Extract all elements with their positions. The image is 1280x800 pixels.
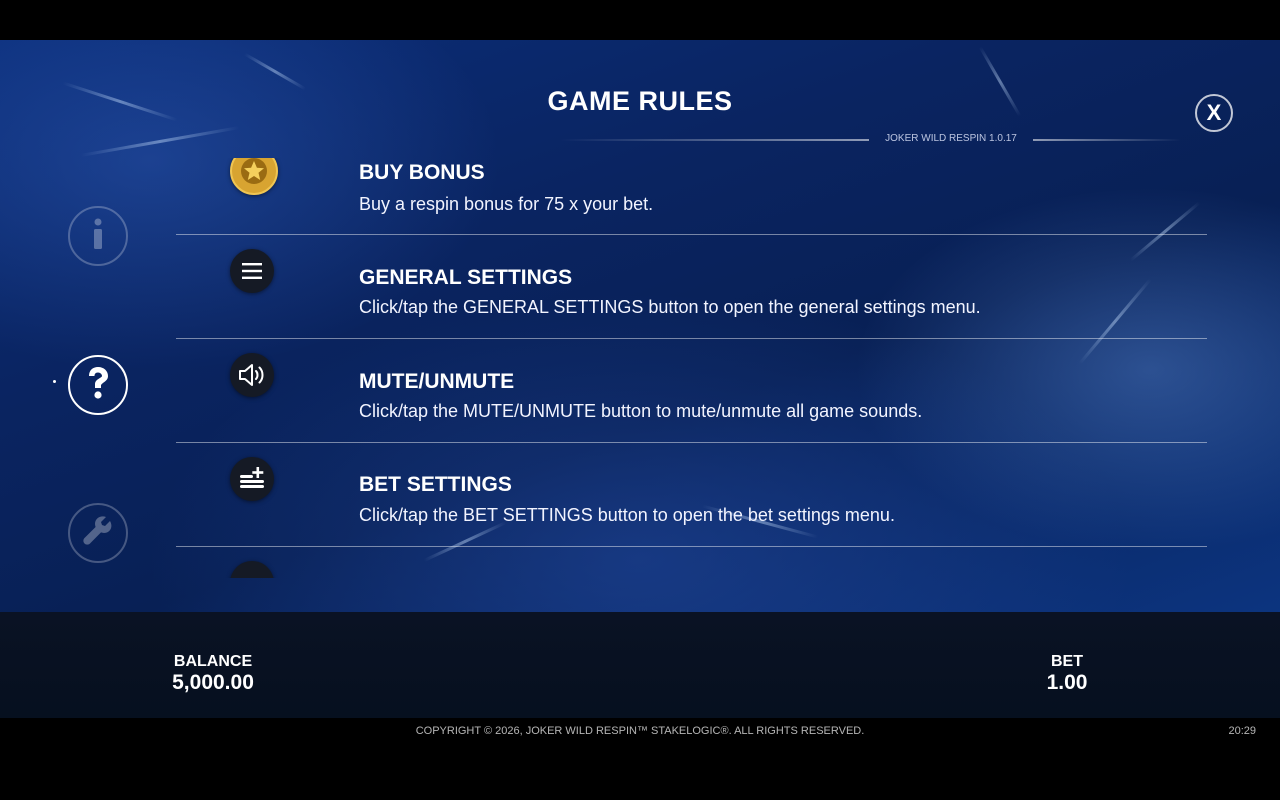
sidebar-item-settings[interactable] bbox=[68, 503, 128, 563]
rule-title: BUY BONUS bbox=[359, 161, 485, 184]
page-title: GAME RULES bbox=[547, 86, 733, 116]
balance-label: BALANCE bbox=[173, 653, 253, 670]
rule-item-general-settings: GENERAL SETTINGS Click/tap the GENERAL S… bbox=[176, 235, 1207, 339]
bet-value: 1.00 bbox=[1046, 671, 1088, 694]
coins-plus-icon bbox=[230, 457, 274, 501]
background-streak bbox=[243, 52, 307, 91]
sidebar-item-help[interactable] bbox=[68, 355, 128, 415]
rule-description: Click/tap the MUTE/UNMUTE button to mute… bbox=[359, 401, 923, 421]
rule-title: BET SETTINGS bbox=[359, 473, 512, 496]
partial-rule-icon bbox=[230, 561, 274, 578]
rule-description: Click/tap the BET SETTINGS button to ope… bbox=[359, 505, 895, 525]
bet-display: BET 1.00 bbox=[1027, 653, 1107, 695]
version-label: JOKER WILD RESPIN 1.0.17 bbox=[885, 133, 1017, 144]
rule-description: Buy a respin bonus for 75 x your bet. bbox=[359, 194, 654, 214]
balance-value: 5,000.00 bbox=[172, 671, 254, 694]
game-rules-panel: GAME RULES JOKER WILD RESPIN 1.0.17 X BU… bbox=[0, 40, 1280, 612]
balance-display: BALANCE 5,000.00 bbox=[163, 653, 263, 695]
rule-item-partial bbox=[176, 547, 1207, 578]
copyright-text: COPYRIGHT © 2026, JOKER WILD RESPIN™ STA… bbox=[415, 725, 865, 737]
clock: 20:29 bbox=[1228, 725, 1256, 737]
rule-item-bet-settings: BET SETTINGS Click/tap the BET SETTINGS … bbox=[176, 443, 1207, 547]
active-indicator-dot bbox=[53, 380, 56, 383]
rule-description: Click/tap the GENERAL SETTINGS button to… bbox=[359, 297, 981, 317]
sidebar-item-info[interactable] bbox=[68, 206, 128, 266]
rule-title: MUTE/UNMUTE bbox=[359, 370, 515, 393]
background-streak bbox=[80, 126, 240, 157]
speaker-icon bbox=[230, 353, 274, 397]
status-bar: BALANCE 5,000.00 BET 1.00 bbox=[0, 612, 1280, 718]
rules-list[interactable]: BUY BONUS Buy a respin bonus for 75 x yo… bbox=[176, 158, 1207, 578]
footer: COPYRIGHT © 2026, JOKER WILD RESPIN™ STA… bbox=[0, 718, 1280, 800]
wrench-icon bbox=[82, 515, 114, 552]
top-black-bar bbox=[0, 0, 1280, 40]
close-button[interactable]: X bbox=[1195, 94, 1233, 132]
rule-item-buy-bonus: BUY BONUS Buy a respin bonus for 75 x yo… bbox=[176, 158, 1207, 235]
info-icon bbox=[91, 218, 105, 255]
rule-item-mute-unmute: MUTE/UNMUTE Click/tap the MUTE/UNMUTE bu… bbox=[176, 339, 1207, 443]
bet-label: BET bbox=[1051, 653, 1083, 670]
rule-title: GENERAL SETTINGS bbox=[359, 266, 573, 289]
title-divider-right bbox=[1033, 139, 1181, 141]
title-divider-left bbox=[560, 139, 869, 141]
question-icon bbox=[85, 366, 111, 405]
close-icon: X bbox=[1206, 100, 1222, 125]
menu-icon bbox=[230, 249, 274, 293]
star-coin-icon bbox=[230, 158, 278, 195]
